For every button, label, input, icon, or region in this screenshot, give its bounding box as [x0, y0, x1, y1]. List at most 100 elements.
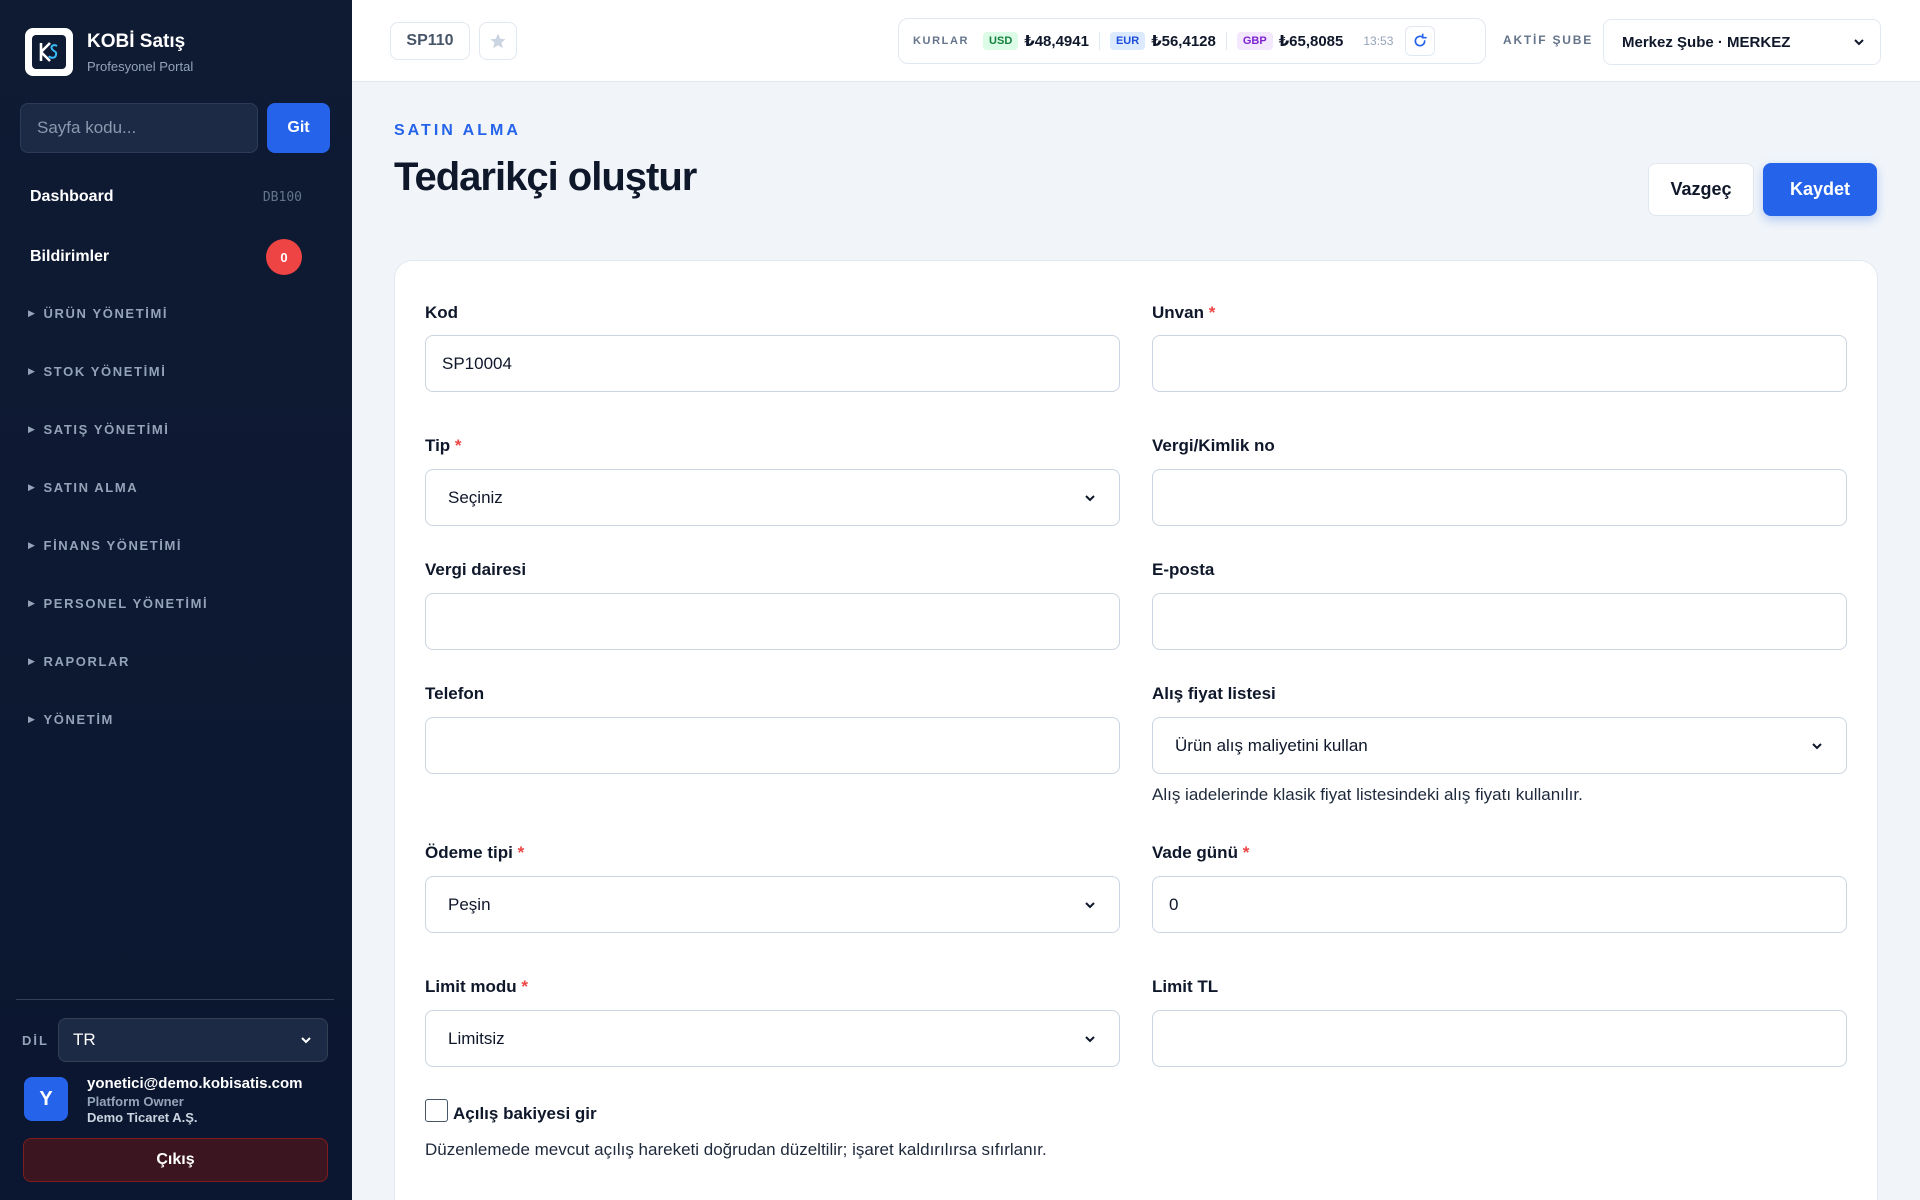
unvan-label: Unvan *	[1152, 303, 1216, 322]
eposta-input[interactable]	[1152, 593, 1847, 650]
favorite-button[interactable]	[479, 22, 517, 60]
sidebar-group-finans[interactable]: ▶ FİNANS YÖNETİMİ	[28, 538, 182, 553]
go-button[interactable]: Git	[267, 103, 330, 153]
sidebar-group-label: YÖNETİM	[43, 712, 114, 727]
caret-right-icon: ▶	[28, 482, 37, 492]
odeme-tipi-select[interactable]: Peşin	[425, 876, 1120, 933]
rate-eur: EUR ₺56,4128	[1109, 32, 1227, 50]
topbar: SP110 KURLAR USD ₺48,4941 EUR ₺56,4128 G…	[352, 0, 1920, 82]
sidebar-group-label: FİNANS YÖNETİMİ	[43, 538, 183, 553]
caret-right-icon: ▶	[28, 424, 37, 434]
sidebar-item-notifications[interactable]: Bildirimler 0	[30, 239, 302, 275]
user-email: yonetici@demo.kobisatis.com	[87, 1075, 303, 1092]
page-title: Tedarikçi oluştur	[394, 155, 697, 199]
rates-label: KURLAR	[913, 35, 970, 47]
logout-button[interactable]: Çıkış	[23, 1138, 328, 1182]
save-button[interactable]: Kaydet	[1763, 163, 1877, 216]
caret-right-icon: ▶	[28, 714, 37, 724]
rate-gbp: GBP ₺65,8085	[1236, 32, 1354, 50]
section-label: SATIN ALMA	[394, 122, 521, 139]
acilis-bakiyesi-label[interactable]: Açılış bakiyesi gir	[453, 1104, 597, 1124]
limit-modu-select[interactable]: Limitsiz	[425, 1010, 1120, 1067]
rate-time: 13:53	[1363, 34, 1394, 48]
rate-value: ₺56,4128	[1151, 33, 1216, 50]
acilis-bakiyesi-checkbox[interactable]	[425, 1099, 448, 1122]
branch-label: AKTİF ŞUBE	[1503, 33, 1593, 47]
telefon-input[interactable]	[425, 717, 1120, 774]
vergi-dairesi-input[interactable]	[425, 593, 1120, 650]
user-role: Platform Owner	[87, 1094, 184, 1109]
currency-badge: EUR	[1109, 32, 1146, 50]
caret-right-icon: ▶	[28, 540, 37, 550]
exchange-rates: KURLAR USD ₺48,4941 EUR ₺56,4128 GBP ₺65…	[898, 18, 1486, 64]
vergi-dairesi-label: Vergi dairesi	[425, 560, 527, 579]
brand-subtitle: Profesyonel Portal	[87, 58, 194, 74]
odeme-tipi-value: Peşin	[448, 894, 491, 914]
acilis-bakiyesi-help: Düzenlemede mevcut açılış hareketi doğru…	[425, 1140, 1047, 1159]
sidebar-group-satin-alma[interactable]: ▶ SATIN ALMA	[28, 480, 138, 495]
vade-gunu-input[interactable]: 0	[1152, 876, 1847, 933]
vade-gunu-value: 0	[1169, 894, 1179, 914]
vergi-no-label: Vergi/Kimlik no	[1152, 436, 1275, 455]
brand-title: KOBİ Satış	[87, 30, 186, 52]
avatar: Y	[24, 1077, 68, 1121]
rate-value: ₺65,8085	[1278, 33, 1344, 50]
eposta-label: E-posta	[1152, 560, 1215, 579]
alis-fiyat-help: Alış iadelerinde klasik fiyat listesinde…	[1152, 785, 1583, 804]
sidebar-group-stok[interactable]: ▶ STOK YÖNETİMİ	[28, 364, 166, 379]
vergi-no-input[interactable]	[1152, 469, 1847, 526]
sidebar-group-label: ÜRÜN YÖNETİMİ	[43, 306, 169, 321]
unvan-input[interactable]	[1152, 335, 1847, 392]
notification-count-badge: 0	[266, 239, 302, 275]
currency-badge: USD	[983, 32, 1019, 50]
branch-select[interactable]: Merkez Şube · MERKEZ	[1603, 19, 1881, 65]
chevron-down-icon	[1085, 901, 1095, 908]
brand[interactable]: KOBİ Satış Profesyonel Portal	[25, 28, 193, 76]
user-info: yonetici@demo.kobisatis.com Platform Own…	[87, 1075, 303, 1125]
caret-right-icon: ▶	[28, 308, 37, 318]
sidebar-divider	[16, 999, 334, 1000]
limit-modu-label: Limit modu *	[425, 977, 528, 996]
sidebar-item-label: Bildirimler	[30, 248, 110, 265]
refresh-rates-button[interactable]	[1405, 26, 1436, 56]
refresh-icon	[1414, 33, 1428, 47]
sidebar-group-yonetim[interactable]: ▶ YÖNETİM	[28, 712, 114, 727]
chevron-down-icon	[1085, 1035, 1095, 1042]
kod-value: SP10004	[442, 353, 512, 373]
chevron-down-icon	[1854, 39, 1864, 46]
telefon-label: Telefon	[425, 684, 485, 703]
alis-fiyat-label: Alış fiyat listesi	[1152, 684, 1276, 703]
caret-right-icon: ▶	[28, 656, 37, 666]
chevron-down-icon	[1812, 742, 1822, 749]
language-select[interactable]: TR	[58, 1018, 328, 1062]
sidebar-item-dashboard[interactable]: Dashboard DB100	[30, 188, 302, 206]
cancel-button[interactable]: Vazgeç	[1648, 163, 1754, 216]
star-icon	[490, 33, 506, 49]
alis-fiyat-select[interactable]: Ürün alış maliyetini kullan	[1152, 717, 1847, 774]
tip-value: Seçiniz	[448, 487, 503, 507]
sidebar-group-label: RAPORLAR	[43, 654, 130, 669]
logo-icon	[25, 28, 73, 76]
user-company: Demo Ticaret A.Ş.	[87, 1110, 198, 1125]
page-code-input[interactable]	[20, 103, 258, 153]
sidebar-group-raporlar[interactable]: ▶ RAPORLAR	[28, 654, 130, 669]
tip-label: Tip *	[425, 436, 462, 455]
tip-select[interactable]: Seçiniz	[425, 469, 1120, 526]
alis-fiyat-value: Ürün alış maliyetini kullan	[1175, 735, 1368, 755]
kod-input[interactable]: SP10004	[425, 335, 1120, 392]
sidebar-group-label: STOK YÖNETİMİ	[43, 364, 167, 379]
caret-right-icon: ▶	[28, 598, 37, 608]
kod-label: Kod	[425, 303, 459, 322]
branch-value: Merkez Şube · MERKEZ	[1622, 33, 1791, 51]
sidebar-group-urun[interactable]: ▶ ÜRÜN YÖNETİMİ	[28, 306, 168, 321]
limit-modu-value: Limitsiz	[448, 1028, 505, 1048]
sidebar-group-satis[interactable]: ▶ SATIŞ YÖNETİMİ	[28, 422, 169, 437]
chevron-down-icon	[301, 1037, 311, 1044]
limit-tl-input[interactable]	[1152, 1010, 1847, 1067]
sidebar-group-label: PERSONEL YÖNETİMİ	[43, 596, 209, 611]
currency-badge: GBP	[1236, 32, 1273, 50]
sidebar-group-label: SATIŞ YÖNETİMİ	[43, 422, 170, 437]
sidebar-group-personel[interactable]: ▶ PERSONEL YÖNETİMİ	[28, 596, 208, 611]
rate-usd: USD ₺48,4941	[983, 32, 1100, 50]
caret-right-icon: ▶	[28, 366, 37, 376]
